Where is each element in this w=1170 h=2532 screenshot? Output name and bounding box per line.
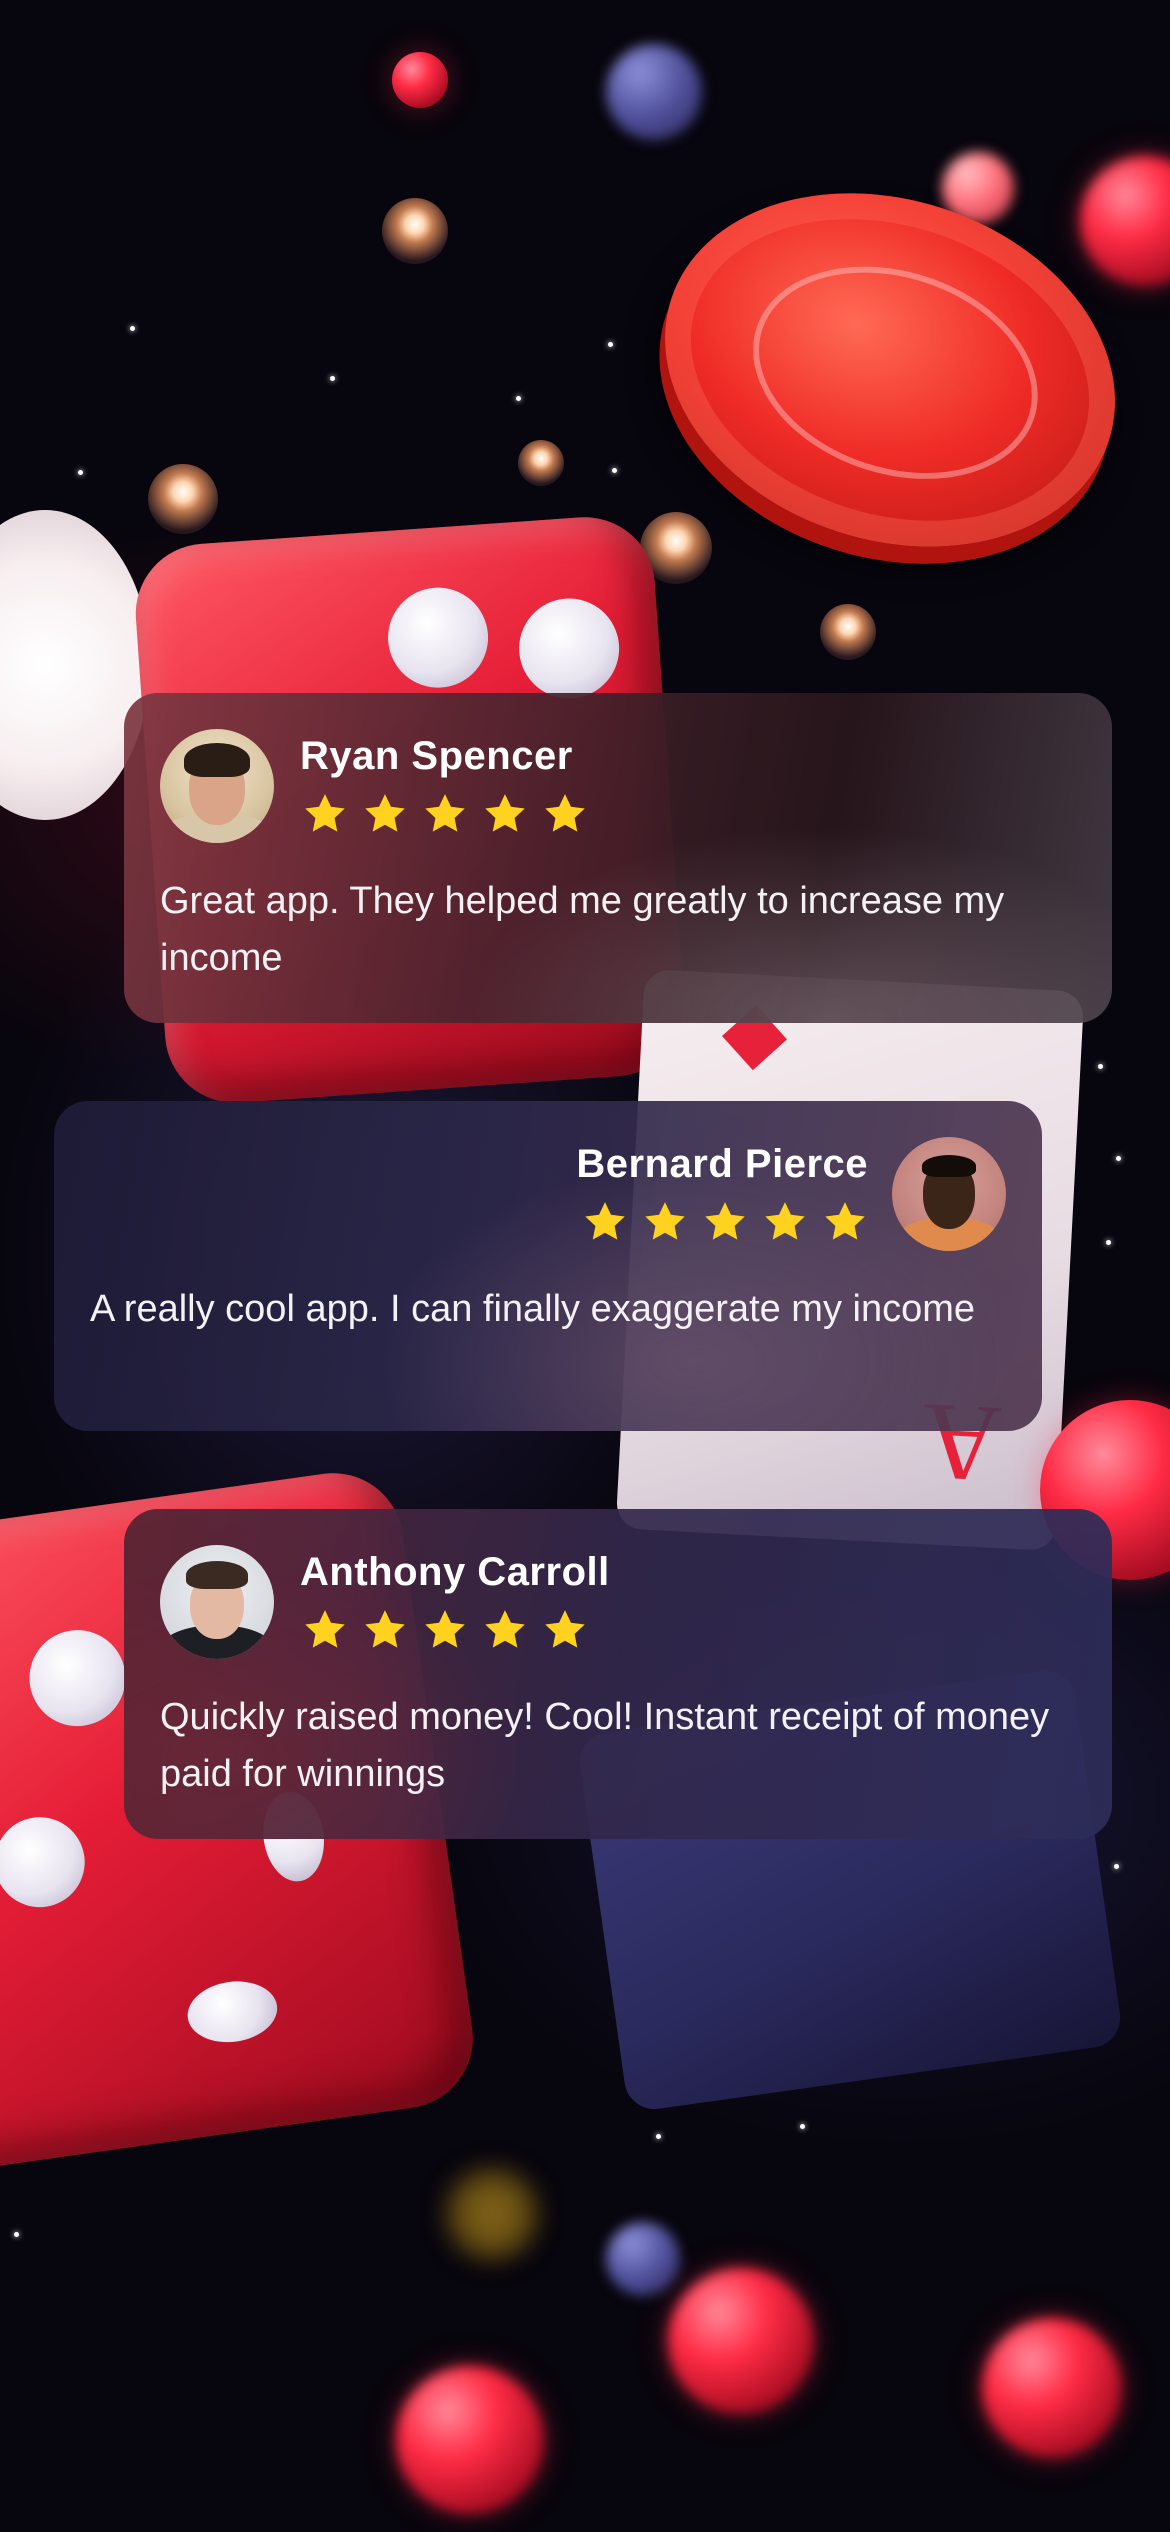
sparkle-decoration [608,342,613,347]
sparkle-decoration [612,468,617,473]
blue-ball-decoration [606,44,702,140]
review-text: Quickly raised money! Cool! Instant rece… [160,1696,1050,1795]
sparkle-decoration [516,396,521,401]
review-header: Bernard Pierce [90,1137,1006,1251]
red-ball-decoration [668,2268,814,2414]
sparkle-decoration [1114,1864,1119,1869]
star-icon [362,1607,408,1653]
reviewer-name: Bernard Pierce [576,1142,868,1186]
review-card: Bernard Pierce A really cool app. I can … [54,1101,1042,1431]
review-text: Great app. They helped me greatly to inc… [160,880,1005,979]
red-ball-decoration [392,52,448,108]
sparkle-decoration [1106,1240,1111,1245]
red-ball-decoration [982,2318,1122,2458]
review-header: Ryan Spencer [160,729,1076,843]
star-icon [422,791,468,837]
reviewer-info: Bernard Pierce [576,1137,868,1245]
star-icon [822,1199,868,1245]
sparkle-decoration [14,2232,19,2237]
star-icon [702,1199,748,1245]
sparkle-decoration [330,376,335,381]
sparkle-decoration [78,470,83,475]
sparkle-decoration [1098,1064,1103,1069]
metal-ball-decoration [518,440,564,486]
star-icon [482,1607,528,1653]
gold-ball-decoration [446,2168,538,2260]
review-card: Ryan Spencer Great app. They helped me g… [124,693,1112,1023]
review-header: Anthony Carroll [160,1545,1076,1659]
red-ball-decoration [396,2366,544,2514]
star-rating [302,1607,610,1653]
star-rating [582,1199,868,1245]
reviewer-info: Anthony Carroll [300,1545,610,1653]
sparkle-decoration [800,2124,805,2129]
metal-ball-decoration [820,604,876,660]
star-icon [542,791,588,837]
star-rating [302,791,588,837]
reviewer-info: Ryan Spencer [300,729,588,837]
reviewer-name: Anthony Carroll [300,1550,610,1594]
star-icon [762,1199,808,1245]
star-icon [362,791,408,837]
red-ball-decoration [1080,156,1170,286]
reviewer-name: Ryan Spencer [300,734,573,778]
avatar [160,1545,274,1659]
star-icon [542,1607,588,1653]
star-icon [582,1199,628,1245]
star-icon [302,1607,348,1653]
review-card: Anthony Carroll Quickly raised money! Co… [124,1509,1112,1839]
metal-ball-decoration [148,464,218,534]
sparkle-decoration [1116,1156,1121,1161]
sparkle-decoration [130,326,135,331]
star-icon [642,1199,688,1245]
review-text: A really cool app. I can finally exagger… [90,1288,976,1330]
star-icon [302,791,348,837]
avatar [160,729,274,843]
star-icon [482,791,528,837]
metal-ball-decoration [382,198,448,264]
sparkle-decoration [656,2134,661,2139]
avatar [892,1137,1006,1251]
star-icon [422,1607,468,1653]
blue-ball-decoration [606,2222,680,2296]
